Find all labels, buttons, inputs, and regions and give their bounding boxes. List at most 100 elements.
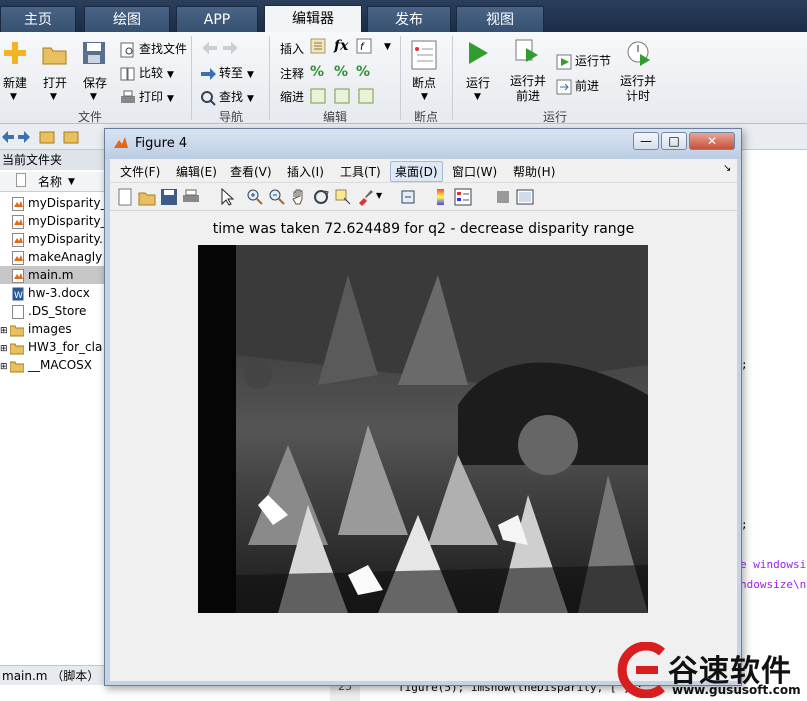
name-column-header[interactable]: 名称 — [38, 172, 62, 192]
print-button[interactable]: 打印 ▼ — [120, 88, 174, 106]
file-list-item[interactable]: ⊞ HW3_for_cla — [0, 338, 108, 356]
file-list-item[interactable]: makeAnagly — [0, 248, 108, 266]
maximize-button[interactable]: □ — [661, 132, 687, 150]
watermark-logo-icon — [617, 642, 665, 698]
file-list-item[interactable]: myDisparity_ — [0, 194, 108, 212]
link-plot-icon[interactable] — [400, 188, 418, 206]
find-button[interactable]: 查找 ▼ — [200, 88, 254, 106]
advance-button[interactable]: 前进 — [556, 77, 599, 95]
arrows-icon — [202, 42, 238, 54]
function-icon[interactable]: f — [356, 38, 372, 57]
caret-icon: ▼ — [90, 92, 97, 102]
tab-home[interactable]: 主页 — [0, 6, 76, 32]
comment-button[interactable]: 注释 — [280, 65, 304, 82]
axes-title: time was taken 72.624489 for q2 - decrea… — [212, 221, 635, 237]
find-files-button[interactable]: 查找文件 — [120, 40, 187, 58]
tab-plots[interactable]: 绘图 — [84, 6, 170, 32]
minimize-button[interactable]: — — [633, 132, 659, 150]
open-file-icon[interactable] — [138, 188, 156, 206]
increase-indent-icon[interactable] — [358, 88, 374, 107]
new-figure-icon[interactable] — [116, 188, 134, 206]
matlab-logo-icon — [114, 137, 128, 148]
percent-uncomment-icon[interactable]: % — [334, 64, 348, 80]
file-name: main.m — [28, 268, 74, 282]
save-icon — [83, 42, 105, 64]
compare-button[interactable]: 比较 ▼ — [120, 64, 174, 82]
figure-titlebar[interactable]: Figure 4 — □ ✕ — [105, 129, 741, 159]
colorbar-icon[interactable] — [432, 188, 450, 206]
new-button[interactable] — [2, 40, 28, 69]
hide-plot-tools-icon[interactable] — [494, 188, 512, 206]
decrease-indent-icon[interactable] — [334, 88, 350, 107]
menu-edit[interactable]: 编辑(E) — [176, 163, 217, 180]
show-plot-tools-icon[interactable] — [516, 188, 534, 206]
file-list-item[interactable]: ⊞ images — [0, 320, 108, 338]
run-section-button[interactable]: 运行节 — [556, 52, 611, 70]
m-file-icon — [12, 232, 24, 247]
file-list-item[interactable]: myDisparity_ — [0, 212, 108, 230]
brush-caret-icon[interactable]: ▼ — [376, 191, 382, 200]
breakpoints-button[interactable] — [411, 40, 437, 73]
code-fragment: e windowsi — [740, 558, 807, 571]
folder-open-icon — [42, 47, 67, 65]
menu-help[interactable]: 帮助(H) — [513, 163, 555, 180]
nav-toolbar-icons[interactable] — [0, 129, 100, 145]
legend-icon[interactable] — [454, 188, 472, 206]
tab-view[interactable]: 视图 — [456, 6, 544, 32]
percent-comment-icon[interactable]: % — [310, 64, 324, 80]
file-list-item[interactable]: .DS_Store — [0, 302, 108, 320]
edit-plot-arrow-icon[interactable] — [218, 188, 236, 206]
save-figure-icon[interactable] — [160, 188, 178, 206]
group-navigate-label: 导航 — [218, 110, 243, 124]
menu-view[interactable]: 查看(V) — [230, 163, 272, 180]
run-advance-button[interactable] — [514, 38, 540, 69]
smart-indent-icon[interactable] — [310, 88, 326, 107]
brush-icon[interactable] — [356, 188, 374, 206]
tab-editor[interactable]: 编辑器 — [264, 5, 362, 33]
m-file-icon — [12, 214, 24, 229]
expand-icon[interactable]: ⊞ — [0, 340, 10, 356]
run-time-button[interactable] — [626, 38, 652, 69]
print-figure-icon[interactable] — [182, 188, 200, 206]
file-list-item[interactable]: Whw-3.docx — [0, 284, 108, 302]
m-file-icon — [12, 268, 24, 283]
menu-desktop[interactable]: 桌面(D) — [390, 161, 443, 182]
caret-icon: ▼ — [10, 92, 17, 102]
advance-icon — [556, 79, 572, 94]
zoom-out-icon[interactable] — [268, 188, 286, 206]
dock-arrow-icon[interactable]: ↘ — [723, 163, 731, 174]
stopwatch-icon — [627, 41, 650, 66]
open-button[interactable] — [42, 42, 68, 69]
goto-button[interactable]: 转至 ▼ — [200, 64, 254, 82]
nav-back-forward[interactable] — [200, 40, 240, 59]
file-list-item[interactable]: ⊞ __MACOSX — [0, 356, 108, 374]
insert-section-icon[interactable] — [310, 38, 326, 57]
caret-icon: ▼ — [50, 92, 57, 102]
percent-wrap-icon[interactable]: % — [356, 64, 370, 80]
file-list-item[interactable]: myDisparity. — [0, 230, 108, 248]
file-name: myDisparity. — [28, 232, 103, 246]
run-button[interactable] — [466, 40, 490, 69]
pan-hand-icon[interactable] — [290, 188, 308, 206]
indent-button[interactable]: 缩进 — [280, 88, 304, 105]
expand-icon[interactable]: ⊞ — [0, 322, 10, 338]
compare-label: 比较 — [139, 66, 164, 80]
close-button[interactable]: ✕ — [689, 132, 735, 150]
menu-file[interactable]: 文件(F) — [120, 163, 160, 180]
save-button[interactable] — [82, 40, 106, 69]
sort-caret-icon[interactable]: ▼ — [68, 172, 75, 192]
file-list-item[interactable]: main.m — [0, 266, 108, 284]
ribbon: 新建 打开 保存 ▼ ▼ ▼ 查找文件 比较 ▼ 打印 ▼ 文件 转至 ▼ 查找 ▼ 导… — [0, 32, 807, 124]
menu-insert[interactable]: 插入(I) — [287, 163, 324, 180]
zoom-in-icon[interactable] — [246, 188, 264, 206]
rotate-3d-icon[interactable] — [312, 188, 330, 206]
menu-tools[interactable]: 工具(T) — [340, 163, 381, 180]
tab-publish[interactable]: 发布 — [367, 6, 451, 32]
menu-window[interactable]: 窗口(W) — [452, 163, 497, 180]
expand-icon[interactable]: ⊞ — [0, 358, 10, 374]
disparity-map-image[interactable] — [198, 245, 648, 613]
data-cursor-icon[interactable] — [334, 188, 352, 206]
tab-apps[interactable]: APP — [176, 6, 258, 32]
insert-button[interactable]: 插入 — [280, 40, 304, 57]
fx-button[interactable]: fx — [334, 38, 348, 54]
